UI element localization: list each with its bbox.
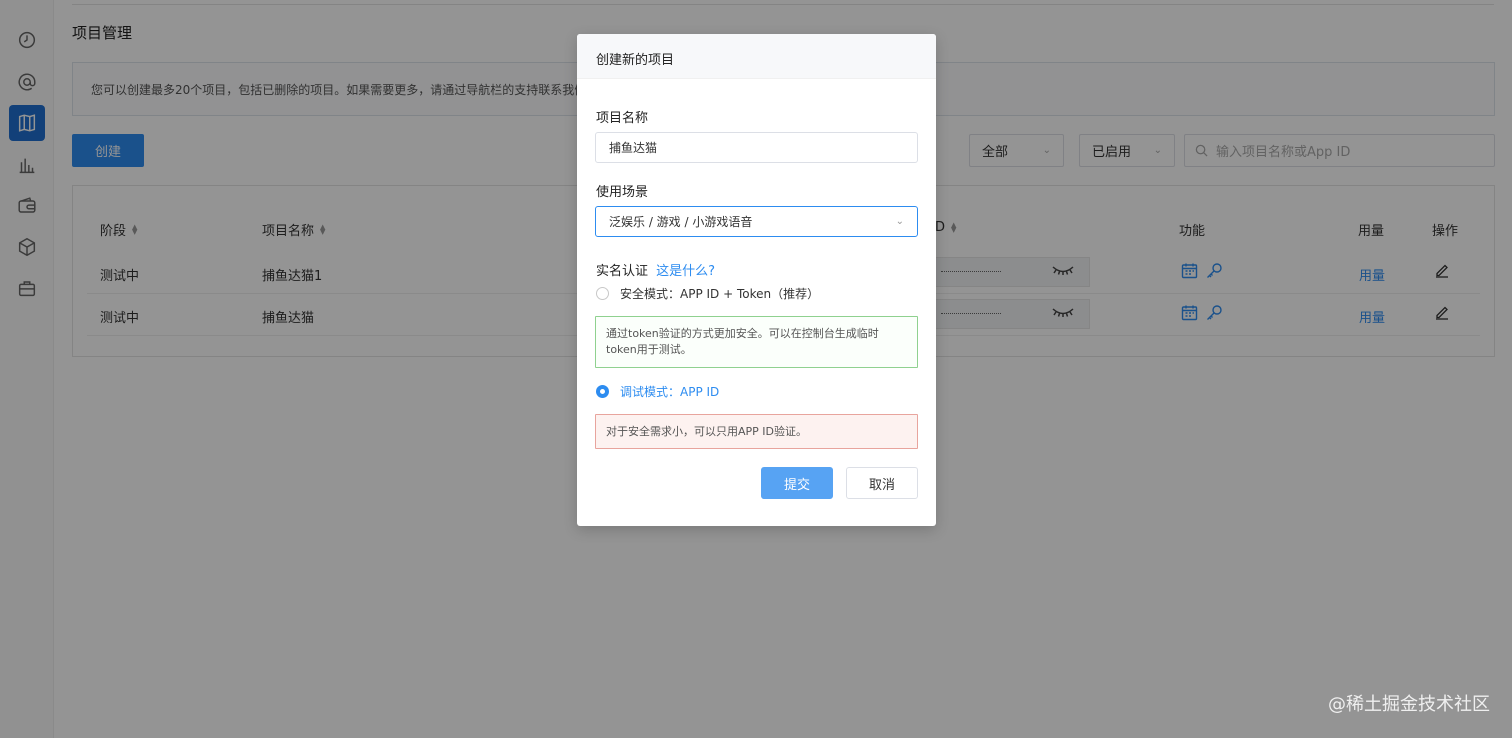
- cancel-button[interactable]: 取消: [846, 467, 918, 499]
- debug-mode-label[interactable]: 调试模式：APP ID: [620, 383, 719, 400]
- create-project-dialog: 创建新的项目 项目名称 捕鱼达猫 使用场景 泛娱乐 / 游戏 / 小游戏语音 ⌄…: [577, 34, 936, 526]
- auth-label-row: 实名认证 这是什么?: [596, 260, 715, 279]
- auth-help-link[interactable]: 这是什么?: [656, 264, 715, 279]
- debug-mode-hint: 对于安全需求小，可以只用APP ID验证。: [595, 414, 918, 449]
- project-name-value: 捕鱼达猫: [609, 141, 658, 155]
- scene-select[interactable]: 泛娱乐 / 游戏 / 小游戏语音 ⌄: [595, 206, 918, 237]
- watermark: @稀土掘金技术社区: [1328, 694, 1490, 715]
- scene-label: 使用场景: [596, 185, 649, 200]
- secure-mode-hint: 通过token验证的方式更加安全。可以在控制台生成临时token用于测试。: [595, 316, 918, 368]
- scene-select-value: 泛娱乐 / 游戏 / 小游戏语音: [609, 215, 753, 229]
- project-name-input[interactable]: 捕鱼达猫: [595, 132, 918, 163]
- debug-mode-radio[interactable]: [596, 385, 609, 398]
- secure-mode-radio[interactable]: [596, 287, 609, 300]
- auth-label: 实名认证: [596, 264, 649, 279]
- secure-mode-label[interactable]: 安全模式：APP ID + Token（推荐）: [620, 285, 819, 302]
- submit-button[interactable]: 提交: [761, 467, 833, 499]
- project-name-label: 项目名称: [596, 111, 649, 126]
- dialog-title: 创建新的项目: [577, 34, 936, 79]
- chevron-down-icon: ⌄: [895, 216, 904, 227]
